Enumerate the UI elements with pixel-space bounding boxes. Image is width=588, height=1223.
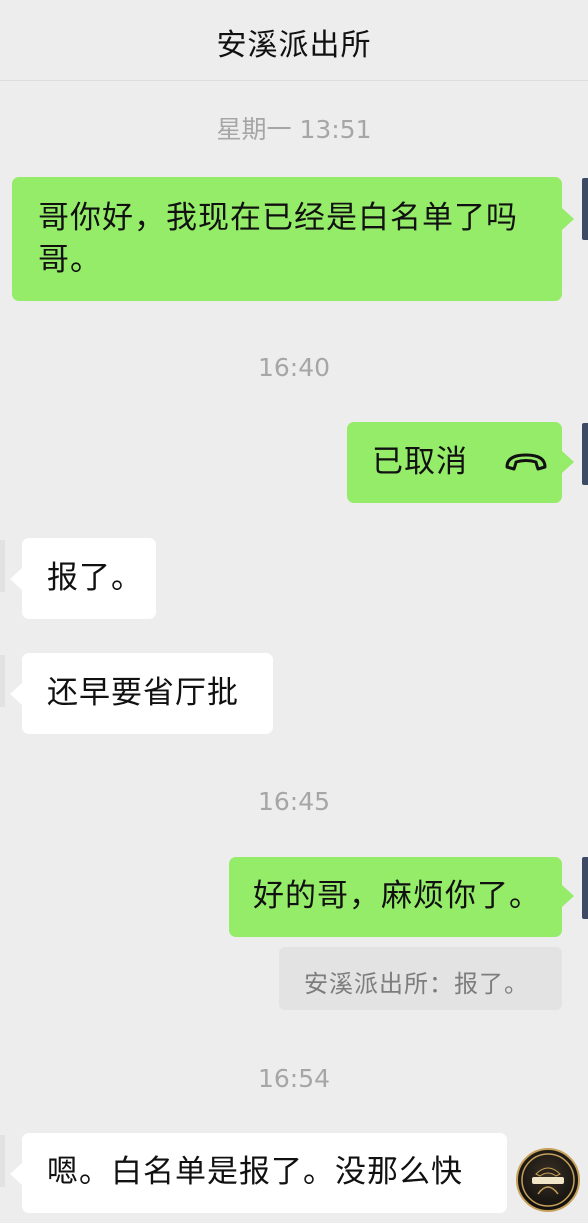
my-avatar[interactable] — [582, 178, 588, 240]
bubble-tail — [10, 568, 22, 590]
contact-avatar[interactable] — [0, 655, 5, 707]
message-bubble-received[interactable]: 报了。 — [22, 538, 156, 619]
quote-text: 安溪派出所：报了。 — [304, 970, 529, 998]
message-bubble-sent[interactable]: 好的哥，麻烦你了。 — [229, 857, 562, 937]
chat-title: 安溪派出所 — [216, 28, 372, 63]
chat-header: 安溪派出所 — [0, 0, 588, 81]
timestamp: 16:54 — [257, 1064, 331, 1093]
message-text: 哥。 — [38, 242, 102, 278]
watermark-logo — [516, 1148, 580, 1212]
bubble-tail — [562, 885, 574, 907]
bubble-tail — [562, 451, 574, 473]
message-bubble-received[interactable]: 嗯。白名单是报了。没那么快 — [22, 1133, 507, 1213]
call-cancelled-bubble[interactable]: 已取消 — [347, 422, 562, 503]
timestamp: 16:45 — [257, 787, 331, 816]
my-avatar[interactable] — [582, 423, 588, 485]
message-text: 报了。 — [47, 560, 143, 596]
contact-avatar[interactable] — [0, 540, 5, 592]
contact-avatar[interactable] — [0, 1135, 5, 1187]
my-avatar[interactable] — [582, 857, 588, 919]
message-bubble-received[interactable]: 还早要省厅批 — [22, 653, 273, 734]
message-text: 已取消 — [372, 444, 468, 480]
quoted-message[interactable]: 安溪派出所：报了。 — [279, 947, 562, 1010]
timestamp: 16:40 — [257, 353, 331, 382]
message-text: 嗯。白名单是报了。没那么快 — [47, 1154, 463, 1190]
message-text: 还早要省厅批 — [47, 675, 239, 711]
bubble-tail — [10, 1163, 22, 1185]
message-text: 好的哥，麻烦你了。 — [253, 878, 541, 914]
timestamp: 星期一 13:51 — [216, 115, 372, 144]
message-bubble-sent[interactable]: 哥你好，我现在已经是白名单了吗 哥。 — [12, 177, 562, 301]
bubble-tail — [562, 208, 574, 230]
bubble-tail — [10, 683, 22, 705]
message-text: 哥你好，我现在已经是白名单了吗 — [38, 200, 518, 236]
phone-hangup-icon — [503, 443, 549, 485]
